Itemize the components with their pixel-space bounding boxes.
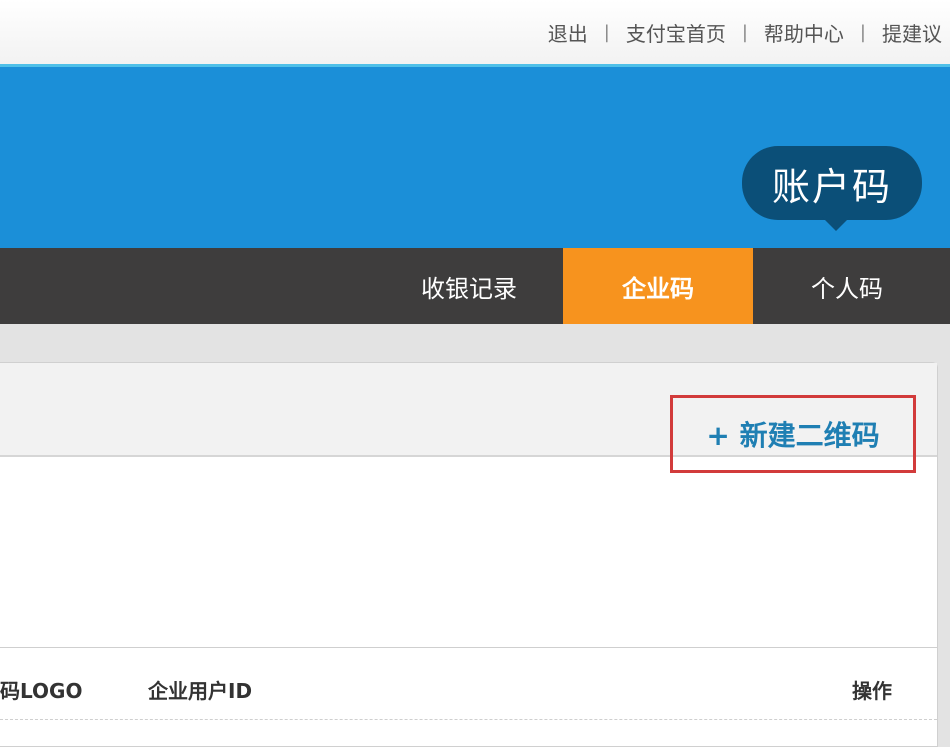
link-separator: | <box>859 22 866 43</box>
column-header-user-id: 企业用户ID <box>148 679 253 703</box>
header-banner: 账户码 <box>0 64 950 248</box>
tab-enterprise-code[interactable]: 企业码 <box>563 248 753 324</box>
content-panel: + 新建二维码 码LOGO 企业用户ID 操作 <box>0 362 938 747</box>
link-separator: | <box>741 22 748 43</box>
panel-divider <box>0 647 937 648</box>
alipay-home-link[interactable]: 支付宝首页 <box>626 18 726 47</box>
help-center-link[interactable]: 帮助中心 <box>764 18 844 47</box>
logout-link[interactable]: 退出 <box>548 18 588 47</box>
table-header-divider <box>0 719 937 720</box>
account-code-badge: 账户码 <box>742 146 922 220</box>
tab-cashier-records[interactable]: 收银记录 <box>375 248 563 324</box>
feedback-link[interactable]: 提建议 <box>882 18 942 47</box>
new-qr-code-button[interactable]: + 新建二维码 <box>670 395 916 473</box>
top-links: 退出 | 支付宝首页 | 帮助中心 | 提建议 <box>548 18 942 47</box>
column-header-actions: 操作 <box>852 679 892 703</box>
tab-personal-code[interactable]: 个人码 <box>753 248 941 324</box>
link-separator: | <box>603 22 610 43</box>
column-header-logo: 码LOGO <box>0 679 83 703</box>
top-bar: 退出 | 支付宝首页 | 帮助中心 | 提建议 <box>0 0 950 64</box>
main-nav: 收银记录 企业码 个人码 <box>0 248 950 324</box>
badge-tail <box>822 217 850 231</box>
